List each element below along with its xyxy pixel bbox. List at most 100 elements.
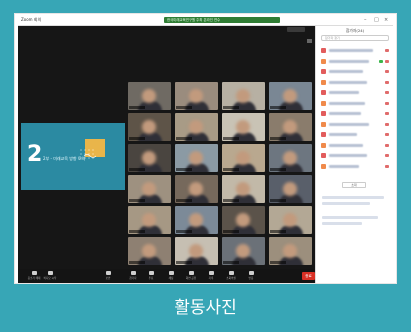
participant-video-tile[interactable] — [175, 237, 218, 265]
participant-row[interactable] — [320, 78, 392, 89]
minimize-icon[interactable]: – — [364, 16, 367, 25]
invite-button[interactable]: 초대 — [342, 182, 366, 188]
participant-name — [329, 112, 361, 115]
participant-row[interactable] — [320, 151, 392, 162]
participant-row[interactable] — [320, 130, 392, 141]
participant-video-tile[interactable] — [128, 206, 171, 234]
muted-microphone-icon — [385, 91, 389, 94]
participant-name — [329, 154, 367, 157]
avatar — [321, 69, 326, 74]
participant-video-tile[interactable] — [269, 175, 312, 203]
blurred-text — [322, 202, 370, 205]
toolbar-item[interactable]: 음소거 해제 — [27, 270, 41, 282]
end-meeting-button[interactable]: 종료 — [302, 272, 315, 280]
toolbar-item[interactable]: 화면 공유 — [184, 270, 198, 282]
participant-face — [283, 120, 297, 134]
avatar — [321, 132, 326, 137]
toolbar-item[interactable]: 보안 — [101, 270, 115, 282]
blurred-text — [322, 216, 378, 219]
participant-video-tile[interactable] — [222, 144, 265, 172]
toolbar-item[interactable]: 투표 — [144, 270, 158, 282]
close-icon[interactable]: × — [384, 16, 388, 25]
participant-search-input[interactable]: 참가자 찾기 — [321, 35, 389, 41]
name-tag — [176, 137, 192, 140]
avatar — [321, 58, 326, 64]
avatar — [321, 111, 326, 116]
participant-name — [329, 164, 359, 168]
name-tag — [223, 199, 239, 202]
participant-video-tile[interactable] — [175, 144, 218, 172]
fullscreen-icon[interactable] — [307, 39, 312, 43]
participant-video-tile[interactable] — [222, 82, 265, 110]
participant-video-tile[interactable] — [269, 82, 312, 110]
muted-microphone-icon — [385, 143, 389, 147]
participant-row[interactable] — [320, 57, 392, 68]
toolbar-item[interactable]: 비디오 시작 — [43, 270, 57, 282]
participant-face — [236, 244, 250, 258]
participant-video-tile[interactable] — [128, 82, 171, 110]
participant-row[interactable] — [320, 67, 392, 78]
participant-row[interactable] — [320, 120, 392, 131]
name-tag — [176, 168, 192, 171]
poll-icon — [148, 271, 154, 275]
participant-video-tile[interactable] — [269, 237, 312, 265]
muted-microphone-icon — [385, 101, 389, 105]
toolbar-item[interactable]: 반응 — [244, 270, 258, 282]
participant-row[interactable] — [320, 162, 392, 173]
participant-row[interactable] — [320, 88, 392, 99]
participant-name — [329, 80, 367, 84]
avatar — [321, 142, 326, 148]
participant-video-tile[interactable] — [128, 175, 171, 203]
muted-microphone-icon — [385, 112, 389, 115]
title-bar: Zoom 회의 한국미래교육연구원 주최 온라인 연수 – □ × — [18, 16, 393, 26]
participant-video-tile[interactable] — [128, 144, 171, 172]
participant-video-tile[interactable] — [175, 82, 218, 110]
participant-face — [189, 213, 203, 227]
participant-video-tile[interactable] — [175, 206, 218, 234]
participant-row[interactable] — [320, 141, 392, 152]
participant-video-tile[interactable] — [222, 113, 265, 141]
muted-microphone-icon — [385, 49, 389, 52]
participant-video-tile[interactable] — [222, 237, 265, 265]
participant-name — [329, 122, 369, 126]
participant-row[interactable] — [320, 109, 392, 120]
microphone-icon — [31, 271, 37, 275]
maximize-icon[interactable]: □ — [374, 16, 379, 25]
name-tag — [176, 106, 192, 109]
name-tag — [270, 230, 286, 233]
participant-video-tile[interactable] — [222, 175, 265, 203]
participant-video-tile[interactable] — [222, 206, 265, 234]
name-tag — [270, 261, 286, 264]
participant-face — [189, 151, 203, 165]
participant-row[interactable] — [320, 99, 392, 110]
meeting-banner-text: 한국미래교육연구원 주최 온라인 연수 — [167, 18, 221, 22]
toolbar-item-label: 참가자 — [129, 277, 137, 280]
participant-video-tile[interactable] — [269, 206, 312, 234]
view-toggle-button[interactable] — [287, 27, 305, 32]
participant-list — [320, 46, 392, 172]
blurred-text — [322, 222, 362, 225]
participant-name — [329, 143, 363, 147]
participant-name — [329, 101, 365, 105]
participant-face — [283, 244, 297, 258]
participant-video-tile[interactable] — [128, 237, 171, 265]
participant-face — [236, 151, 250, 165]
name-tag — [176, 230, 192, 233]
participant-video-tile[interactable] — [269, 113, 312, 141]
meeting-area: 2 2부 - 미래교육 방향 토의 — [18, 26, 315, 269]
video-icon — [47, 271, 53, 275]
participant-name — [329, 133, 357, 136]
participant-name — [329, 49, 373, 52]
participant-face — [189, 182, 203, 196]
gallery-view — [128, 82, 316, 268]
participant-row[interactable] — [320, 46, 392, 57]
participant-video-tile[interactable] — [128, 113, 171, 141]
toolbar-item[interactable]: 채팅 — [164, 270, 178, 282]
toolbar-item[interactable]: 기록 — [204, 270, 218, 282]
participant-video-tile[interactable] — [269, 144, 312, 172]
toolbar-item[interactable]: 참가자 — [126, 270, 140, 282]
participant-video-tile[interactable] — [175, 113, 218, 141]
muted-microphone-icon — [385, 59, 389, 63]
participant-video-tile[interactable] — [175, 175, 218, 203]
toolbar-item[interactable]: 소회의실 — [224, 270, 238, 282]
